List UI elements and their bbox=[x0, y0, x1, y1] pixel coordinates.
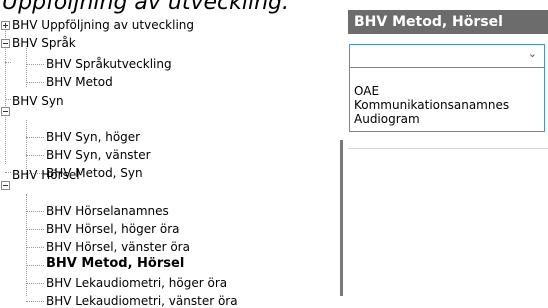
tree-node-selected[interactable]: BHV Metod, Hörsel bbox=[44, 257, 186, 271]
dropdown-option[interactable]: Audiogram bbox=[354, 112, 420, 126]
tree-node[interactable]: BHV Språkutveckling bbox=[44, 57, 174, 71]
method-combobox[interactable]: ⌄ bbox=[349, 44, 545, 68]
collapse-minus-icon[interactable] bbox=[1, 107, 10, 116]
tree-node[interactable]: BHV Uppföljning av utveckling bbox=[10, 18, 196, 32]
expand-plus-icon[interactable] bbox=[1, 21, 10, 30]
dropdown-option[interactable]: OAE bbox=[354, 84, 379, 98]
collapse-minus-icon[interactable] bbox=[1, 181, 10, 190]
tree-node[interactable]: BHV Hörsel bbox=[10, 168, 82, 182]
collapse-minus-icon[interactable] bbox=[1, 39, 10, 48]
divider bbox=[348, 148, 548, 149]
tree-node[interactable]: BHV Syn, vänster bbox=[44, 148, 153, 162]
tree-node[interactable]: BHV Metod bbox=[44, 75, 115, 89]
category-tree: BHV Uppföljning av utveckling BHV Språk … bbox=[0, 10, 340, 308]
tree-node[interactable]: BHV Språk bbox=[10, 36, 78, 50]
tree-node[interactable]: BHV Hörselanamnes bbox=[44, 204, 171, 218]
pane-splitter[interactable] bbox=[340, 140, 343, 296]
tree-node[interactable]: BHV Hörsel, vänster öra bbox=[44, 240, 192, 254]
tree-node[interactable]: BHV Syn bbox=[10, 94, 66, 108]
tree-node[interactable]: BHV Hörsel, höger öra bbox=[44, 222, 182, 236]
panel-title: BHV Metod, Hörsel bbox=[348, 10, 548, 34]
tree-node[interactable]: BHV Lekaudiometri, höger öra bbox=[44, 276, 229, 290]
dropdown-option[interactable]: Kommunikationsanamnes bbox=[354, 98, 509, 112]
tree-node[interactable]: BHV Syn, höger bbox=[44, 130, 142, 144]
chevron-down-icon[interactable]: ⌄ bbox=[528, 47, 537, 60]
method-dropdown-list: OAE Kommunikationsanamnes Audiogram bbox=[349, 68, 545, 132]
tree-node[interactable]: BHV Lekaudiometri, vänster öra bbox=[44, 294, 240, 308]
